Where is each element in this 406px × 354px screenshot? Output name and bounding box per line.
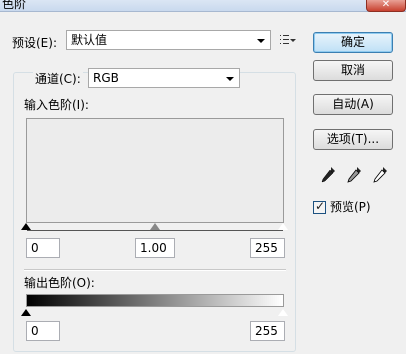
output-gradient-bar: [26, 294, 284, 307]
preview-checkbox[interactable]: ✓: [313, 199, 326, 214]
channel-dropdown[interactable]: RGB: [88, 68, 240, 88]
preset-value: 默认值: [71, 33, 108, 47]
input-black-field[interactable]: 0: [26, 238, 60, 258]
black-point-eyedropper-icon[interactable]: [320, 166, 336, 184]
checkmark-icon: ✓: [315, 199, 326, 213]
input-gamma-slider[interactable]: [150, 223, 160, 230]
window-title: 色阶: [2, 0, 27, 11]
histogram: [26, 118, 284, 223]
output-black-slider[interactable]: [21, 309, 31, 316]
gray-point-eyedropper-icon[interactable]: [346, 166, 362, 184]
separator: [24, 269, 286, 271]
output-black-field[interactable]: 0: [26, 321, 60, 341]
channel-label: 通道(C):: [33, 72, 83, 86]
preset-dropdown[interactable]: 默认值: [66, 30, 271, 50]
title-bar: 色阶 ✕: [0, 0, 406, 12]
input-white-slider[interactable]: [277, 222, 289, 230]
white-point-eyedropper-icon[interactable]: [372, 166, 388, 184]
chevron-down-icon: [226, 77, 234, 81]
input-slider-track: [27, 230, 283, 231]
channel-value: RGB: [93, 71, 119, 85]
ok-button[interactable]: 确定: [313, 32, 393, 53]
cancel-button[interactable]: 取消: [313, 60, 393, 81]
preset-label: 预设(E):: [12, 36, 57, 50]
auto-button[interactable]: 自动(A): [313, 94, 393, 115]
input-gamma-field[interactable]: 1.00: [135, 238, 175, 258]
close-icon[interactable]: ✕: [366, 0, 406, 12]
input-white-field[interactable]: 255: [250, 238, 285, 258]
chevron-down-icon: [257, 39, 265, 43]
preview-label[interactable]: 预览(P): [330, 200, 371, 214]
input-black-slider[interactable]: [21, 223, 31, 230]
output-white-field[interactable]: 255: [250, 321, 285, 341]
output-white-slider[interactable]: [277, 308, 289, 316]
options-button[interactable]: 选项(T)...: [313, 129, 393, 150]
input-levels-label: 输入色阶(I):: [24, 98, 89, 112]
preset-options-icon[interactable]: [280, 34, 296, 46]
output-levels-label: 输出色阶(O):: [24, 276, 95, 290]
